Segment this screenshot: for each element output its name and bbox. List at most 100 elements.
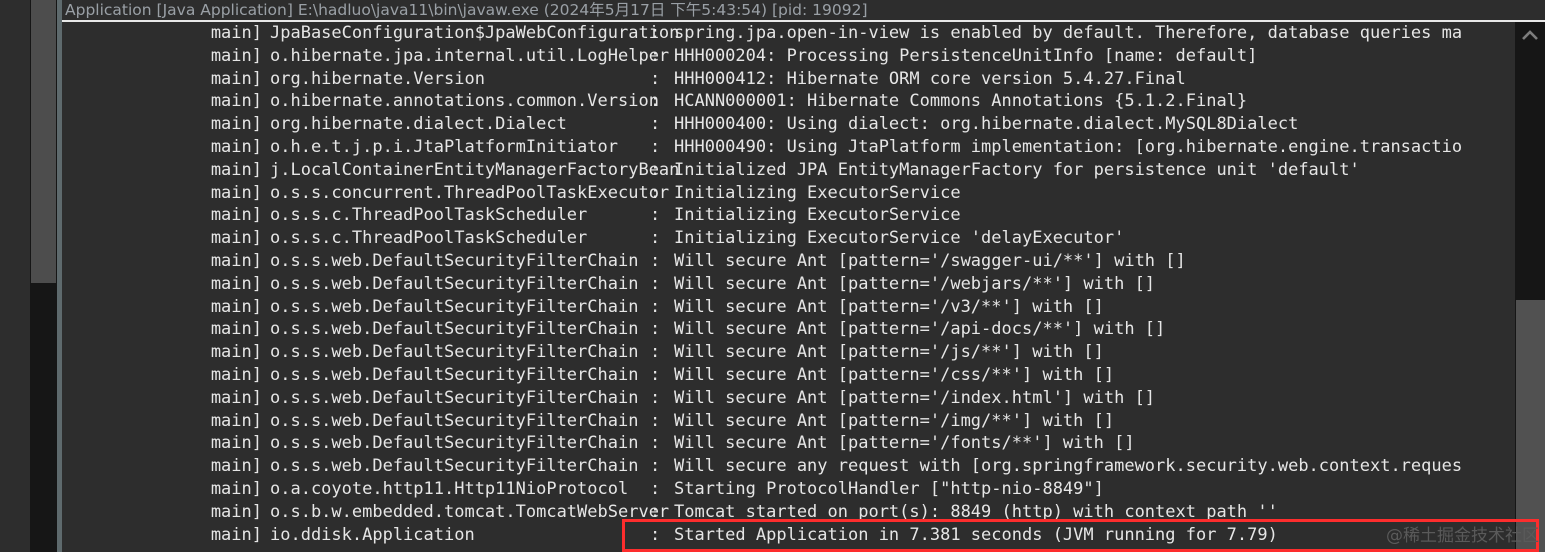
log-logger-name: org.hibernate.dialect.Dialect: [270, 114, 567, 135]
log-line: main] o.s.s.web.DefaultSecurityFilterChai…: [62, 250, 1513, 273]
log-logger-name: j.LocalContainerEntityManagerFactoryBean: [270, 159, 680, 180]
log-thread: main]: [210, 250, 262, 271]
log-separator: :: [650, 433, 661, 454]
log-thread: main]: [210, 296, 262, 317]
log-separator: :: [650, 91, 661, 112]
log-line: main] io.ddisk.Application: Started Applic…: [62, 524, 1513, 547]
log-line: main] o.s.s.web.DefaultSecurityFilterChai…: [62, 455, 1513, 478]
log-message: HHH000412: Hibernate ORM core version 5.…: [674, 68, 1186, 89]
log-thread: main]: [210, 182, 262, 203]
log-logger-name: o.s.s.web.DefaultSecurityFilterChain: [270, 250, 639, 271]
log-thread: main]: [210, 433, 262, 454]
log-message: Will secure any request with [org.spring…: [674, 456, 1463, 477]
log-line: main] o.s.s.concurrent.ThreadPoolTaskExec…: [62, 182, 1513, 205]
log-thread: main]: [210, 364, 262, 385]
log-logger-name: o.s.s.web.DefaultSecurityFilterChain: [270, 319, 639, 340]
log-separator: :: [650, 410, 661, 431]
log-thread: main]: [210, 319, 262, 340]
log-logger-name: io.ddisk.Application: [270, 524, 475, 545]
log-message: Starting ProtocolHandler ["http-nio-8849…: [674, 478, 1104, 499]
log-message: Will secure Ant [pattern='/swagger-ui/**…: [674, 250, 1186, 271]
log-logger-name: o.s.s.web.DefaultSecurityFilterChain: [270, 410, 639, 431]
outer-vertical-scrollbar-thumb[interactable]: [31, 0, 56, 283]
log-separator: :: [650, 524, 661, 545]
log-separator: :: [650, 342, 661, 363]
console-title: Application [Java Application] E:\hadluo…: [65, 1, 868, 19]
log-thread: main]: [210, 45, 262, 66]
log-line: main] JpaBaseConfiguration$JpaWebConfigur…: [62, 22, 1513, 45]
log-separator: :: [650, 159, 661, 180]
log-separator: :: [650, 68, 661, 89]
log-line: main] o.s.s.web.DefaultSecurityFilterChai…: [62, 410, 1513, 433]
log-logger-name: o.s.s.web.DefaultSecurityFilterChain: [270, 387, 639, 408]
log-line: main] org.hibernate.Version: HHH000412: Hi…: [62, 68, 1513, 91]
log-thread: main]: [210, 410, 262, 431]
log-thread: main]: [210, 387, 262, 408]
log-message: Initializing ExecutorService: [674, 182, 961, 203]
log-message: Will secure Ant [pattern='/index.html'] …: [674, 387, 1156, 408]
log-line: main] o.hibernate.annotations.common.Vers…: [62, 90, 1513, 113]
log-line: main] o.s.s.web.DefaultSecurityFilterChai…: [62, 341, 1513, 364]
log-message: HHH000400: Using dialect: org.hibernate.…: [674, 114, 1299, 135]
log-thread: main]: [210, 501, 262, 522]
log-separator: :: [650, 250, 661, 271]
log-logger-name: o.s.s.concurrent.ThreadPoolTaskExecutor: [270, 182, 670, 203]
log-logger-name: o.hibernate.jpa.internal.util.LogHelper: [270, 45, 670, 66]
log-logger-name: o.s.b.w.embedded.tomcat.TomcatWebServer: [270, 501, 670, 522]
log-line: main] o.s.s.web.DefaultSecurityFilterChai…: [62, 296, 1513, 319]
log-separator: :: [650, 23, 661, 43]
log-logger-name: JpaBaseConfiguration$JpaWebConfiguration: [270, 23, 680, 43]
console-title-bar: Application [Java Application] E:\hadluo…: [62, 0, 1545, 22]
log-message: Will secure Ant [pattern='/css/**'] with…: [674, 364, 1115, 385]
log-message: Will secure Ant [pattern='/fonts/**'] wi…: [674, 433, 1135, 454]
log-logger-name: o.s.s.web.DefaultSecurityFilterChain: [270, 342, 639, 363]
log-separator: :: [650, 45, 661, 66]
log-logger-name: o.s.s.c.ThreadPoolTaskScheduler: [270, 228, 588, 249]
log-logger-name: o.a.coyote.http11.Http11NioProtocol: [270, 478, 629, 499]
console-panel: Application [Java Application] E:\hadluo…: [62, 0, 1545, 552]
log-line: main] o.s.s.c.ThreadPoolTaskScheduler: Ini…: [62, 204, 1513, 227]
log-separator: :: [650, 387, 661, 408]
log-line: main] o.s.s.web.DefaultSecurityFilterChai…: [62, 432, 1513, 455]
log-logger-name: o.s.s.c.ThreadPoolTaskScheduler: [270, 205, 588, 226]
log-logger-name: o.h.e.t.j.p.i.JtaPlatformInitiator: [270, 136, 618, 157]
log-separator: :: [650, 114, 661, 135]
log-message: Initialized JPA EntityManagerFactory for…: [674, 159, 1360, 180]
log-message: Will secure Ant [pattern='/v3/**'] with …: [674, 296, 1104, 317]
log-logger-name: o.s.s.web.DefaultSecurityFilterChain: [270, 456, 639, 477]
log-thread: main]: [210, 478, 262, 499]
log-thread: main]: [210, 114, 262, 135]
scroll-up-icon[interactable]: [1515, 22, 1545, 48]
log-thread: main]: [210, 524, 262, 545]
log-separator: :: [650, 273, 661, 294]
log-separator: :: [650, 501, 661, 522]
log-separator: :: [650, 205, 661, 226]
log-message: HHH000490: Using JtaPlatform implementat…: [674, 136, 1463, 157]
log-thread: main]: [210, 205, 262, 226]
log-message: Will secure Ant [pattern='/js/**'] with …: [674, 342, 1104, 363]
log-message: Initializing ExecutorService 'delayExecu…: [674, 228, 1125, 249]
log-line: main] org.hibernate.dialect.Dialect: HHH00…: [62, 113, 1513, 136]
console-vertical-scrollbar-thumb[interactable]: [1516, 300, 1545, 552]
log-message: Initializing ExecutorService: [674, 205, 961, 226]
log-line: main] o.s.s.web.DefaultSecurityFilterChai…: [62, 318, 1513, 341]
log-line: main] o.a.coyote.http11.Http11NioProtocol…: [62, 478, 1513, 501]
log-line: main] o.h.e.t.j.p.i.JtaPlatformInitiator:…: [62, 136, 1513, 159]
log-thread: main]: [210, 159, 262, 180]
log-message: spring.jpa.open-in-view is enabled by de…: [674, 23, 1463, 43]
console-log-output[interactable]: main] JpaBaseConfiguration$JpaWebConfigur…: [62, 22, 1513, 552]
log-message: HHH000204: Processing PersistenceUnitInf…: [674, 45, 1258, 66]
log-logger-name: o.s.s.web.DefaultSecurityFilterChain: [270, 433, 639, 454]
log-line: main] o.hibernate.jpa.internal.util.LogHe…: [62, 45, 1513, 68]
log-line: main] j.LocalContainerEntityManagerFactor…: [62, 159, 1513, 182]
log-thread: main]: [210, 228, 262, 249]
log-message: Will secure Ant [pattern='/api-docs/**']…: [674, 319, 1166, 340]
log-logger-name: o.s.s.web.DefaultSecurityFilterChain: [270, 364, 639, 385]
log-separator: :: [650, 456, 661, 477]
log-separator: :: [650, 136, 661, 157]
log-logger-name: org.hibernate.Version: [270, 68, 485, 89]
log-separator: :: [650, 228, 661, 249]
log-separator: :: [650, 478, 661, 499]
log-message: Will secure Ant [pattern='/img/**'] with…: [674, 410, 1115, 431]
log-line: main] o.s.s.web.DefaultSecurityFilterChai…: [62, 273, 1513, 296]
